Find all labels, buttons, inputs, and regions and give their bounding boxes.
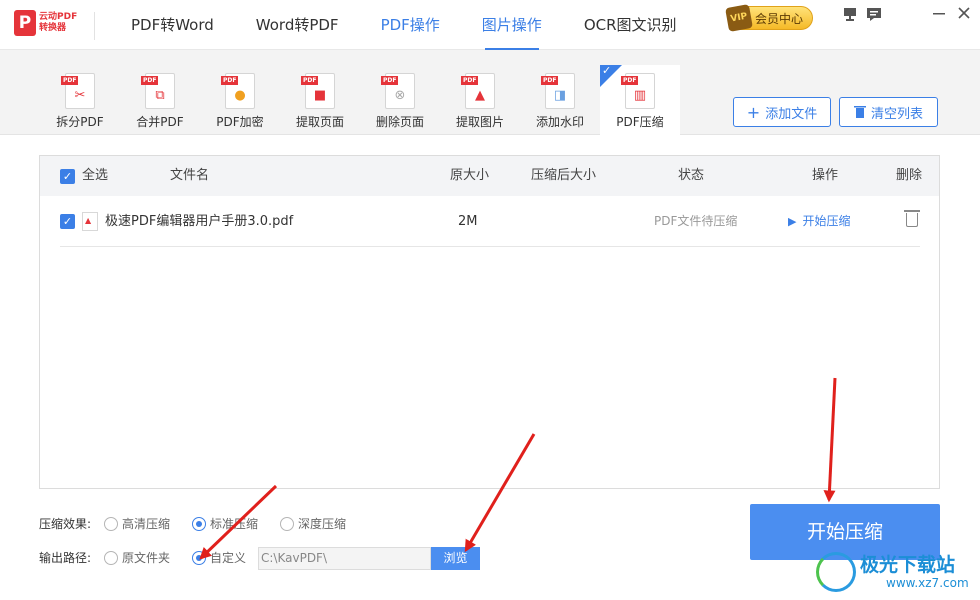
radio-standard-compress[interactable] [192,517,206,531]
clear-list-button[interactable]: 清空列表 [839,97,938,127]
tool-split-pdf[interactable]: PDF ✂ 拆分PDF [40,68,120,135]
vip-label: 会员中心 [755,11,804,26]
select-all-checkbox[interactable]: ✓ [60,169,75,184]
vip-center-button[interactable]: VIP 会员中心 [725,4,813,32]
file-table: ✓ 全选 文件名 原大小 压缩后大小 状态 操作 删除 ✓ 极速PDF编辑器用户… [39,155,940,489]
logo-line-1: 云动PDF [39,12,78,22]
radio-standard-compress-label: 标准压缩 [210,517,259,531]
pdf-file-icon [82,212,98,231]
logo-text: 云动PDF 转换器 [39,12,77,34]
tool-delete-pages[interactable]: PDF ⊗ 删除页面 [360,68,440,135]
delete-pages-icon: PDF ⊗ [381,73,415,109]
tool-label: PDF压缩 [616,115,664,129]
radio-custom-folder[interactable] [192,551,206,565]
logo-divider [94,12,95,40]
row-action-label: 开始压缩 [802,214,851,228]
row-checkbox[interactable]: ✓ [60,214,75,229]
close-icon[interactable] [955,6,973,24]
tab-pdf-to-word[interactable]: PDF转Word [110,0,235,50]
header-filename: 文件名 [170,168,210,183]
trash-icon [853,103,866,122]
row-start-compress-button[interactable]: ▶ 开始压缩 [788,196,850,247]
radio-hd-compress-label: 高清压缩 [122,517,171,531]
tool-label: 拆分PDF [56,115,104,129]
plus-icon: + [746,102,761,122]
extract-images-icon: PDF ▲ [461,73,495,109]
tab-ocr[interactable]: OCR图文识别 [563,0,698,50]
compress-effect-row: 压缩效果: 高清压缩 标准压缩 深度压缩 [39,513,379,535]
row-filename: 极速PDF编辑器用户手册3.0.pdf [105,214,294,229]
encrypt-pdf-icon: PDF ● [221,73,255,109]
extract-pages-icon: PDF ■ [301,73,335,109]
tool-label: 添加水印 [535,115,584,129]
play-icon: ▶ [788,215,797,228]
add-file-button[interactable]: + 添加文件 [733,97,831,127]
output-path-input[interactable]: C:\KavPDF\ [258,547,431,570]
main-nav: PDF转Word Word转PDF PDF操作 图片操作 OCR图文识别 [110,0,698,50]
compress-pdf-icon: PDF ▥ [621,73,655,109]
minimize-icon[interactable] [930,6,948,24]
radio-hd-compress[interactable] [104,517,118,531]
clear-list-label: 清空列表 [870,106,923,122]
radio-deep-compress[interactable] [280,517,294,531]
row-status: PDF文件待压缩 [654,214,738,228]
tool-label: 提取页面 [295,115,344,129]
tool-add-watermark[interactable]: PDF ◨ 添加水印 [520,68,600,135]
check-icon: ✓ [602,64,612,77]
tool-merge-pdf[interactable]: PDF ⧉ 合并PDF [120,68,200,135]
message-icon[interactable] [865,6,883,24]
header-action: 操作 [812,168,839,183]
site-watermark: 极光下载站 www.xz7.com [816,548,976,596]
tool-label: 提取图片 [455,115,504,129]
header-select-all: 全选 [82,168,109,183]
pin-icon[interactable] [841,6,859,24]
tab-pdf-operations[interactable]: PDF操作 [360,0,461,50]
output-path-label: 输出路径: [39,551,92,565]
tool-label: PDF加密 [216,115,264,129]
watermark-name: 极光下载站 [860,554,956,576]
tool-extract-pages[interactable]: PDF ■ 提取页面 [280,68,360,135]
radio-deep-compress-label: 深度压缩 [298,517,347,531]
logo-mark: P [14,10,36,36]
watermark-logo-icon [816,552,856,592]
radio-original-folder[interactable] [104,551,118,565]
tab-image-operations[interactable]: 图片操作 [461,0,563,50]
header-delete: 删除 [896,168,923,183]
logo-line-2: 转换器 [39,23,67,33]
output-path-row: 输出路径: 原文件夹 自定义 C:\KavPDF\ 浏览 [39,547,499,570]
tool-label: 删除页面 [375,115,424,129]
table-row: ✓ 极速PDF编辑器用户手册3.0.pdf 2M PDF文件待压缩 ▶ 开始压缩 [60,196,920,247]
merge-pdf-icon: PDF ⧉ [141,73,175,109]
tool-extract-images[interactable]: PDF ▲ 提取图片 [440,68,520,135]
tool-bar: PDF ✂ 拆分PDF PDF ⧉ 合并PDF PDF ● PDF加密 PDF ■ 提取… [0,50,980,135]
app-logo: P 云动PDF 转换器 [14,10,77,36]
app-window: P 云动PDF 转换器 PDF转Word Word转PDF PDF操作 图片操作… [0,0,980,600]
vip-icon: VIP [725,4,753,32]
row-delete-icon[interactable] [904,210,920,227]
compress-effect-label: 压缩效果: [39,517,92,531]
split-pdf-icon: PDF ✂ [61,73,95,109]
header-status: 状态 [678,168,705,183]
tool-compress-pdf[interactable]: ✓ PDF ▥ PDF压缩 [600,64,680,135]
tool-encrypt-pdf[interactable]: PDF ● PDF加密 [200,68,280,135]
tab-word-to-pdf[interactable]: Word转PDF [235,0,360,50]
radio-original-folder-label: 原文件夹 [122,551,171,565]
radio-custom-folder-label: 自定义 [210,551,247,565]
row-original-size: 2M [458,214,478,229]
tool-label: 合并PDF [136,115,184,129]
header-compressed-size: 压缩后大小 [531,168,597,183]
browse-button[interactable]: 浏览 [431,547,480,570]
add-file-label: 添加文件 [765,106,818,122]
top-bar: P 云动PDF 转换器 PDF转Word Word转PDF PDF操作 图片操作… [0,0,980,50]
watermark-url: www.xz7.com [886,576,969,590]
add-watermark-icon: PDF ◨ [541,73,575,109]
header-original-size: 原大小 [450,168,490,183]
table-header: ✓ 全选 文件名 原大小 压缩后大小 状态 操作 删除 [40,156,939,196]
